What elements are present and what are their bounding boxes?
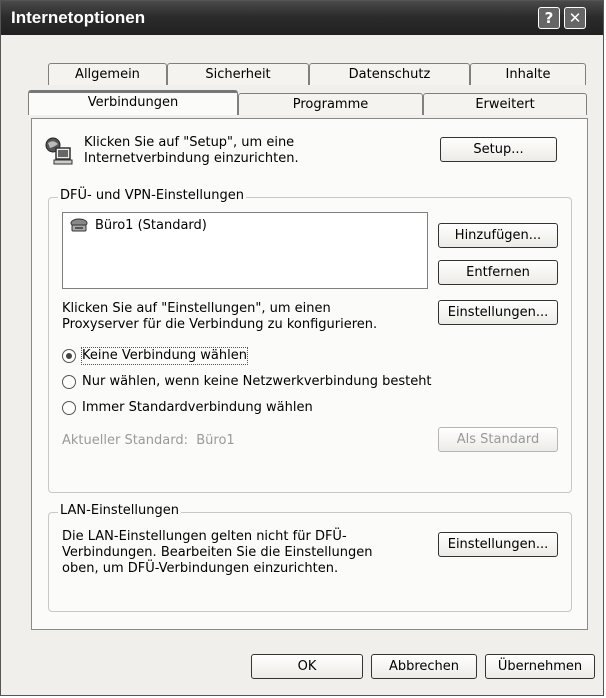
remove-connection-button[interactable]: Entfernen xyxy=(438,260,558,285)
radio-dial-when-no-network[interactable] xyxy=(62,375,76,389)
cancel-button[interactable]: Abbrechen xyxy=(371,654,477,679)
ok-button[interactable]: OK xyxy=(251,654,363,679)
dialup-connection-icon xyxy=(69,217,89,233)
tab-sicherheit[interactable]: Sicherheit xyxy=(167,63,309,85)
lan-settings-button[interactable]: Einstellungen... xyxy=(438,532,558,557)
connections-panel: Klicken Sie auf "Setup", um eine Interne… xyxy=(31,118,588,630)
window-title: Internetoptionen xyxy=(11,8,146,27)
radio-no-dial-label[interactable]: Keine Verbindung wählen xyxy=(81,347,248,365)
radio-no-dial[interactable] xyxy=(62,349,76,363)
list-item[interactable]: Büro1 (Standard) xyxy=(69,217,207,233)
lan-legend: LAN-Einstellungen xyxy=(58,503,181,518)
radio-dial-when-no-network-label[interactable]: Nur wählen, wenn keine Netzwerkverbindun… xyxy=(82,374,432,390)
radio-always-dial-label[interactable]: Immer Standardverbindung wählen xyxy=(82,400,313,416)
tab-programme[interactable]: Programme xyxy=(238,93,423,115)
help-button[interactable]: ? xyxy=(538,7,560,29)
set-default-button[interactable]: Als Standard xyxy=(438,427,558,452)
tab-datenschutz[interactable]: Datenschutz xyxy=(309,63,470,85)
connection-name: Büro1 (Standard) xyxy=(95,217,207,233)
radio-always-dial[interactable] xyxy=(62,401,76,415)
setup-button[interactable]: Setup... xyxy=(440,137,557,162)
setup-description: Klicken Sie auf "Setup", um eine Interne… xyxy=(84,135,299,166)
tab-allgemein[interactable]: Allgemein xyxy=(48,63,167,85)
lan-description: Die LAN-Einstellungen gelten nicht für D… xyxy=(62,529,373,576)
close-icon: ✕ xyxy=(568,9,582,27)
current-default-label: Aktueller Standard: Büro1 xyxy=(62,433,235,448)
tab-verbindungen[interactable]: Verbindungen xyxy=(28,90,238,115)
proxy-description: Klicken Sie auf "Einstellungen", um eine… xyxy=(62,301,378,332)
tab-inhalte[interactable]: Inhalte xyxy=(470,63,586,85)
dialup-settings-button[interactable]: Einstellungen... xyxy=(438,300,558,325)
help-icon: ? xyxy=(544,9,554,27)
internet-connection-icon xyxy=(44,136,74,166)
close-button[interactable]: ✕ xyxy=(564,7,586,29)
tab-erweitert[interactable]: Erweitert xyxy=(423,93,587,115)
title-bar: Internetoptionen ? ✕ xyxy=(1,1,603,35)
add-connection-button[interactable]: Hinzufügen... xyxy=(438,223,558,248)
dialup-vpn-legend: DFÜ- und VPN-Einstellungen xyxy=(58,188,246,203)
apply-button[interactable]: Übernehmen xyxy=(485,654,595,679)
internet-options-dialog: Internetoptionen ? ✕ Allgemein Sicherhei… xyxy=(0,0,604,696)
current-default-value: Büro1 xyxy=(196,433,235,448)
connections-listbox[interactable]: Büro1 (Standard) xyxy=(62,212,428,289)
